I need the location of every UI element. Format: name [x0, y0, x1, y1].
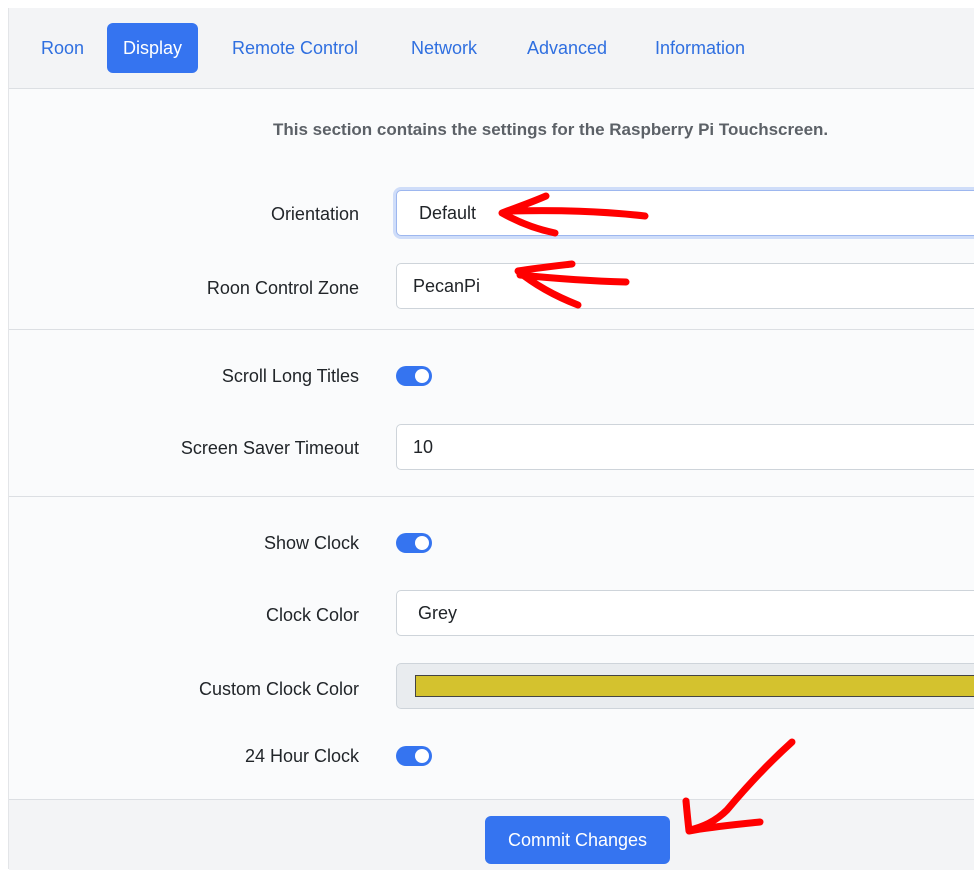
section-divider [9, 329, 974, 330]
show-clock-toggle[interactable] [396, 533, 432, 553]
section-divider [9, 496, 974, 497]
settings-card: Roon Display Remote Control Network Adva… [8, 8, 974, 870]
tab-advanced[interactable]: Advanced [511, 23, 623, 73]
screen-saver-timeout-input[interactable]: 10 [396, 424, 974, 470]
tab-network[interactable]: Network [395, 23, 493, 73]
show-clock-label: Show Clock [263, 533, 359, 553]
scroll-long-titles-toggle[interactable] [396, 366, 432, 386]
color-swatch[interactable] [415, 675, 974, 697]
orientation-select[interactable]: Default [396, 190, 974, 236]
toggle-knob [415, 536, 429, 550]
clock-color-label: Clock Color [265, 605, 359, 625]
24-hour-clock-toggle[interactable] [396, 746, 432, 766]
roon-control-zone-input[interactable]: PecanPi [396, 263, 974, 309]
custom-clock-color-field[interactable] [396, 663, 974, 709]
roon-control-zone-label: Roon Control Zone [206, 278, 359, 298]
clock-color-select[interactable]: Grey [396, 590, 974, 636]
toggle-knob [415, 369, 429, 383]
commit-changes-button[interactable]: Commit Changes [485, 816, 670, 864]
tab-bar: Roon Display Remote Control Network Adva… [9, 8, 974, 89]
footer: Commit Changes [9, 799, 974, 870]
toggle-knob [415, 749, 429, 763]
section-description: This section contains the settings for t… [273, 120, 829, 139]
custom-clock-color-label: Custom Clock Color [198, 679, 359, 699]
orientation-label: Orientation [270, 204, 359, 224]
screen-saver-timeout-label: Screen Saver Timeout [180, 438, 359, 458]
scroll-long-titles-label: Scroll Long Titles [221, 366, 359, 386]
tab-remote-control[interactable]: Remote Control [216, 23, 374, 73]
tab-display[interactable]: Display [107, 23, 199, 73]
24-hour-clock-label: 24 Hour Clock [244, 746, 359, 766]
tab-roon[interactable]: Roon [25, 23, 100, 73]
tab-information[interactable]: Information [639, 23, 761, 73]
